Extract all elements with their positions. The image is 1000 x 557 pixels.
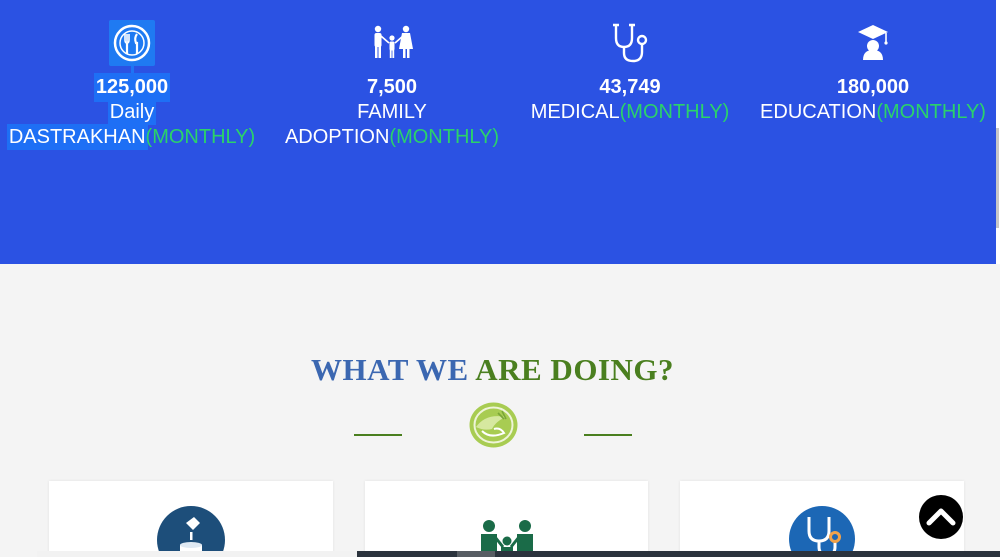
stat-label: MEDICAL(MONTHLY)	[514, 100, 746, 125]
monthly-suffix: (MONTHLY)	[619, 101, 730, 123]
stat-label-line: MEDICAL	[530, 101, 620, 123]
stat-label: Daily DASTRAKHAN(MONTHLY)	[0, 100, 264, 150]
scroll-to-top-button[interactable]	[919, 495, 963, 539]
stat-label-line: ADOPTION	[284, 126, 390, 148]
emblem-logo-icon	[469, 402, 518, 448]
stat-value: 180,000	[836, 76, 910, 98]
bottom-scrollbar-thumb[interactable]	[37, 551, 357, 557]
family-icon	[480, 520, 533, 557]
scrollbar-thumb[interactable]	[996, 128, 999, 228]
section-title-part-a: WHAT WE	[311, 352, 469, 387]
monthly-suffix: (MONTHLY)	[389, 126, 500, 148]
stat-value: 7,500	[366, 76, 418, 98]
stat-label-line: DASTRAKHAN	[8, 126, 146, 148]
section-title: WHAT WE ARE DOING?	[0, 352, 985, 388]
page-scrollbar[interactable]	[996, 0, 1000, 264]
stat-label: EDUCATION(MONTHLY)	[752, 100, 994, 125]
section-title-part-b: ARE DOING?	[475, 352, 674, 387]
stat-family-adoption: 7,500 FAMILY ADOPTION(MONTHLY)	[270, 20, 514, 150]
title-divider-right	[584, 434, 632, 436]
stat-label-line: EDUCATION	[760, 101, 877, 123]
title-divider-left	[354, 434, 402, 436]
stat-label: FAMILY ADOPTION(MONTHLY)	[270, 100, 514, 150]
donation-jar-icon	[157, 506, 225, 557]
bottom-scrollbar[interactable]	[37, 551, 1000, 557]
stats-band: 125,000 Daily DASTRAKHAN(MONTHLY) 7,500 …	[0, 0, 996, 264]
family-icon	[374, 25, 413, 58]
graduation-cap-icon	[858, 25, 888, 60]
chevron-up-icon	[926, 508, 956, 526]
bottom-scrollbar-segment	[457, 551, 495, 557]
monthly-suffix: (MONTHLY)	[145, 126, 256, 148]
service-card-dastrakhan[interactable]	[49, 481, 333, 557]
stat-education: 180,000 EDUCATION(MONTHLY)	[752, 20, 994, 125]
dining-plate-icon	[109, 20, 155, 66]
monthly-suffix: (MONTHLY)	[876, 101, 986, 123]
stat-label-line: FAMILY	[357, 101, 427, 123]
stat-value: 125,000	[95, 75, 169, 100]
stat-medical: 43,749 MEDICAL(MONTHLY)	[514, 20, 746, 125]
stat-value: 43,749	[599, 76, 661, 98]
service-card-family[interactable]	[365, 481, 648, 557]
stat-daily-dastrakhan: 125,000 Daily DASTRAKHAN(MONTHLY)	[0, 20, 264, 150]
stat-label-line: Daily	[109, 101, 155, 123]
stethoscope-icon	[613, 23, 648, 63]
medical-stethoscope-icon	[789, 506, 855, 557]
